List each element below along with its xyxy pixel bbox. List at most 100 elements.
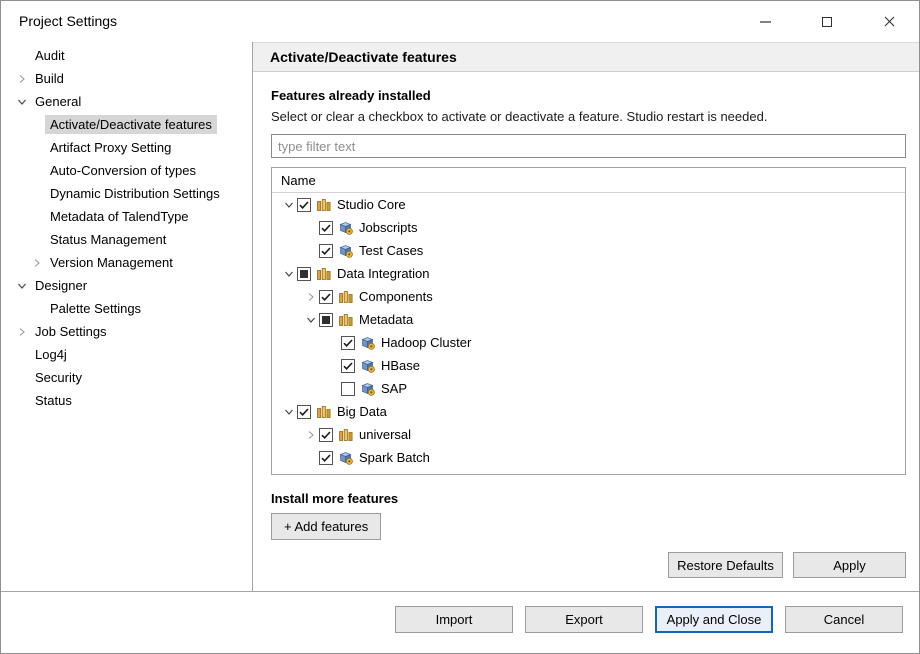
feature-checkbox-checked[interactable] <box>319 244 333 258</box>
sidebar-item-label: Designer <box>30 276 92 295</box>
apply-button[interactable]: Apply <box>793 552 906 578</box>
feature-checkbox-partial[interactable] <box>297 267 311 281</box>
feature-row-components[interactable]: Components <box>272 285 905 308</box>
add-features-button[interactable]: + Add features <box>271 513 381 540</box>
feature-label: SAP <box>381 381 407 396</box>
sidebar-item-audit[interactable]: Audit <box>1 44 252 67</box>
feature-row-big-data[interactable]: Big Data <box>272 400 905 423</box>
feature-checkbox-checked[interactable] <box>297 198 311 212</box>
features-tree-rows: Studio Core Jobscripts Test CasesData Inte… <box>272 193 905 469</box>
feature-checkbox-unchecked[interactable] <box>341 382 355 396</box>
feature-category-icon <box>316 404 332 420</box>
feature-label: Components <box>359 289 433 304</box>
chevron-down-icon[interactable] <box>280 407 297 417</box>
sidebar-item-label: Auto-Conversion of types <box>45 161 201 180</box>
import-button[interactable]: Import <box>395 606 513 633</box>
sidebar-item-build[interactable]: Build <box>1 67 252 90</box>
feature-icon <box>338 243 354 259</box>
feature-row-universal[interactable]: universal <box>272 423 905 446</box>
close-button[interactable] <box>866 1 912 42</box>
feature-category-icon <box>316 266 332 282</box>
installed-section-title: Features already installed <box>271 88 906 103</box>
sidebar-item-auto-conversion-of-types[interactable]: Auto-Conversion of types <box>1 159 252 182</box>
feature-row-jobscripts[interactable]: Jobscripts <box>272 216 905 239</box>
feature-icon <box>338 220 354 236</box>
feature-checkbox-checked[interactable] <box>341 359 355 373</box>
feature-row-hbase[interactable]: HBase <box>272 354 905 377</box>
feature-icon <box>338 450 354 466</box>
feature-category-icon <box>338 427 354 443</box>
maximize-icon <box>822 17 832 27</box>
sidebar-item-version-management[interactable]: Version Management <box>1 251 252 274</box>
titlebar[interactable]: Project Settings <box>1 1 919 42</box>
feature-row-spark-batch[interactable]: Spark Batch <box>272 446 905 469</box>
feature-checkbox-checked[interactable] <box>319 290 333 304</box>
sidebar-item-designer[interactable]: Designer <box>1 274 252 297</box>
chevron-right-icon[interactable] <box>13 327 30 337</box>
feature-label: HBase <box>381 358 420 373</box>
panel-header: Activate/Deactivate features <box>253 42 920 72</box>
sidebar-item-label: General <box>30 92 86 111</box>
chevron-down-icon[interactable] <box>13 281 30 291</box>
sidebar-item-label: Artifact Proxy Setting <box>45 138 176 157</box>
minimize-button[interactable] <box>742 1 788 42</box>
project-settings-dialog: Project Settings Audit Build General Activa… <box>0 0 920 654</box>
feature-row-metadata[interactable]: Metadata <box>272 308 905 331</box>
chevron-right-icon[interactable] <box>28 258 45 268</box>
chevron-down-icon[interactable] <box>280 200 297 210</box>
feature-checkbox-partial[interactable] <box>319 313 333 327</box>
feature-icon <box>360 335 376 351</box>
window-title: Project Settings <box>19 13 117 29</box>
sidebar-item-label: Security <box>30 368 87 387</box>
sidebar-item-palette-settings[interactable]: Palette Settings <box>1 297 252 320</box>
restore-defaults-button[interactable]: Restore Defaults <box>668 552 783 578</box>
sidebar-item-label: Build <box>30 69 69 88</box>
sidebar-item-security[interactable]: Security <box>1 366 252 389</box>
sidebar-item-status-management[interactable]: Status Management <box>1 228 252 251</box>
sidebar-item-general[interactable]: General <box>1 90 252 113</box>
feature-row-studio-core[interactable]: Studio Core <box>272 193 905 216</box>
sidebar-item-label: Status Management <box>45 230 171 249</box>
feature-label: Jobscripts <box>359 220 418 235</box>
sidebar-item-dynamic-distribution-settings[interactable]: Dynamic Distribution Settings <box>1 182 252 205</box>
sidebar-item-status[interactable]: Status <box>1 389 252 412</box>
sidebar-item-label: Audit <box>30 46 70 65</box>
export-button[interactable]: Export <box>525 606 643 633</box>
chevron-right-icon[interactable] <box>302 292 319 302</box>
feature-label: Hadoop Cluster <box>381 335 471 350</box>
apply-and-close-button[interactable]: Apply and Close <box>655 606 773 633</box>
feature-icon <box>360 381 376 397</box>
chevron-down-icon[interactable] <box>302 315 319 325</box>
chevron-down-icon[interactable] <box>280 269 297 279</box>
minimize-icon <box>760 21 771 23</box>
chevron-right-icon[interactable] <box>13 74 30 84</box>
sidebar-item-label: Log4j <box>30 345 72 364</box>
sidebar-item-log4j[interactable]: Log4j <box>1 343 252 366</box>
feature-row-hadoop-cluster[interactable]: Hadoop Cluster <box>272 331 905 354</box>
feature-checkbox-checked[interactable] <box>297 405 311 419</box>
features-tree-table: Name Studio Core Jobscripts Test CasesData… <box>271 167 906 475</box>
feature-row-sap[interactable]: SAP <box>272 377 905 400</box>
cancel-button[interactable]: Cancel <box>785 606 903 633</box>
dialog-button-bar: Import Export Apply and Close Cancel <box>1 591 920 654</box>
chevron-down-icon[interactable] <box>13 97 30 107</box>
partial-check-mark <box>300 270 308 278</box>
feature-row-test-cases[interactable]: Test Cases <box>272 239 905 262</box>
sidebar-item-label: Version Management <box>45 253 178 272</box>
feature-checkbox-checked[interactable] <box>319 451 333 465</box>
tree-column-header-name[interactable]: Name <box>272 168 905 193</box>
feature-label: Spark Batch <box>359 450 430 465</box>
maximize-button[interactable] <box>804 1 850 42</box>
feature-checkbox-checked[interactable] <box>319 221 333 235</box>
close-icon <box>884 16 895 27</box>
sidebar-item-activate-deactivate-features[interactable]: Activate/Deactivate features <box>1 113 252 136</box>
sidebar-item-job-settings[interactable]: Job Settings <box>1 320 252 343</box>
feature-row-data-integration[interactable]: Data Integration <box>272 262 905 285</box>
feature-checkbox-checked[interactable] <box>319 428 333 442</box>
chevron-right-icon[interactable] <box>302 430 319 440</box>
filter-input[interactable] <box>271 134 906 158</box>
installed-section-description: Select or clear a checkbox to activate o… <box>271 109 906 124</box>
feature-checkbox-checked[interactable] <box>341 336 355 350</box>
sidebar-item-metadata-of-talendtype[interactable]: Metadata of TalendType <box>1 205 252 228</box>
sidebar-item-artifact-proxy-setting[interactable]: Artifact Proxy Setting <box>1 136 252 159</box>
